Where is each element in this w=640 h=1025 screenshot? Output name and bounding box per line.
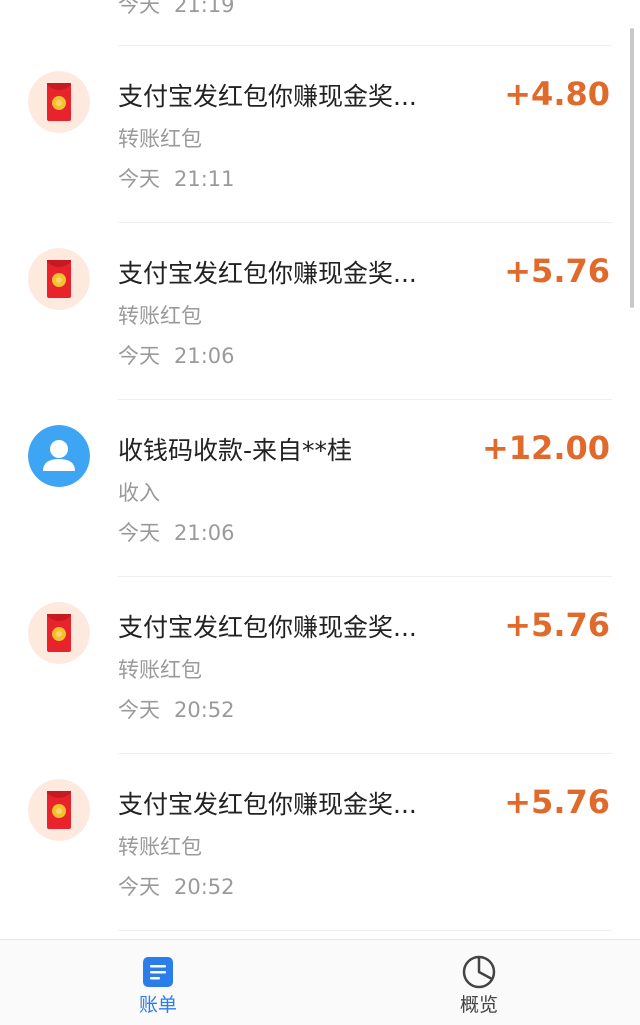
transaction-day: 今天 bbox=[118, 521, 160, 545]
transaction-clock: 21:06 bbox=[174, 521, 235, 545]
tab-bill-label: 账单 bbox=[138, 994, 177, 1016]
transaction-day: 今天 bbox=[118, 698, 160, 722]
transaction-day: 今天 bbox=[118, 167, 160, 191]
transaction-row[interactable]: 支付宝发红包你赚现金奖... +5.76 转账红包 今天 21:06 bbox=[0, 223, 640, 400]
transaction-clock: 20:52 bbox=[174, 875, 235, 899]
red-envelope-icon bbox=[28, 779, 90, 841]
transaction-row[interactable]: 支付宝发红包你赚现金奖... +4.80 转账红包 今天 21:11 bbox=[0, 46, 640, 223]
red-envelope-icon bbox=[28, 602, 90, 664]
transaction-row-partial[interactable]: 今天 21:19 bbox=[0, 0, 640, 46]
transaction-amount: +5.76 bbox=[504, 606, 610, 644]
transaction-time: 今天 20:52 bbox=[118, 872, 235, 902]
tab-overview[interactable]: 概览 bbox=[419, 940, 539, 1025]
transaction-title: 支付宝发红包你赚现金奖... bbox=[118, 790, 417, 819]
transaction-time: 今天 21:11 bbox=[118, 164, 235, 194]
transaction-time: 今天 21:06 bbox=[118, 341, 235, 371]
transaction-title: 支付宝发红包你赚现金奖... bbox=[118, 259, 417, 288]
transaction-type: 收入 bbox=[118, 481, 160, 505]
transaction-type: 转账红包 bbox=[118, 304, 202, 328]
transaction-title: 支付宝发红包你赚现金奖... bbox=[118, 82, 417, 111]
bottom-tab-bar: 账单 概览 bbox=[0, 939, 640, 1025]
bill-screen: 今天 21:19 支付宝发红包你赚现金奖... +4.80 转账红包 今天 21:1… bbox=[0, 0, 640, 1025]
transaction-clock: 20:52 bbox=[174, 698, 235, 722]
transaction-amount: +12.00 bbox=[481, 429, 610, 467]
transaction-day: 今天 bbox=[118, 875, 160, 899]
transaction-amount: +5.76 bbox=[504, 783, 610, 821]
transaction-time: 今天 21:06 bbox=[118, 518, 235, 548]
transaction-time: 今天 21:19 bbox=[118, 0, 235, 20]
transaction-row[interactable]: 支付宝发红包你赚现金奖... +5.76 转账红包 今天 20:52 bbox=[0, 577, 640, 754]
transaction-row[interactable]: 收钱码收款-来自**桂 +12.00 收入 今天 21:06 bbox=[0, 400, 640, 577]
row-divider bbox=[118, 930, 612, 931]
red-envelope-icon bbox=[28, 71, 90, 133]
pie-chart-icon bbox=[461, 954, 497, 990]
transaction-day: 今天 bbox=[118, 344, 160, 368]
transaction-type: 转账红包 bbox=[118, 658, 202, 682]
transaction-clock: 21:11 bbox=[174, 167, 235, 191]
transaction-type: 转账红包 bbox=[118, 127, 202, 151]
scrollbar[interactable] bbox=[630, 28, 634, 308]
user-avatar-icon bbox=[28, 425, 90, 487]
transaction-title: 收钱码收款-来自**桂 bbox=[118, 436, 353, 465]
red-envelope-icon bbox=[28, 248, 90, 310]
transaction-amount: +4.80 bbox=[504, 75, 610, 113]
transaction-day: 今天 bbox=[118, 0, 160, 17]
transaction-amount: +5.76 bbox=[504, 252, 610, 290]
transaction-time: 今天 20:52 bbox=[118, 695, 235, 725]
transaction-clock: 21:06 bbox=[174, 344, 235, 368]
transaction-list[interactable]: 今天 21:19 支付宝发红包你赚现金奖... +4.80 转账红包 今天 21:1… bbox=[0, 0, 640, 940]
tab-bill[interactable]: 账单 bbox=[98, 940, 218, 1025]
transaction-row[interactable]: 支付宝发红包你赚现金奖... +5.76 转账红包 今天 20:52 bbox=[0, 754, 640, 931]
bill-icon bbox=[140, 954, 176, 990]
transaction-type: 转账红包 bbox=[118, 835, 202, 859]
transaction-title: 支付宝发红包你赚现金奖... bbox=[118, 613, 417, 642]
tab-overview-label: 概览 bbox=[459, 994, 498, 1016]
transaction-clock: 21:19 bbox=[174, 0, 235, 17]
